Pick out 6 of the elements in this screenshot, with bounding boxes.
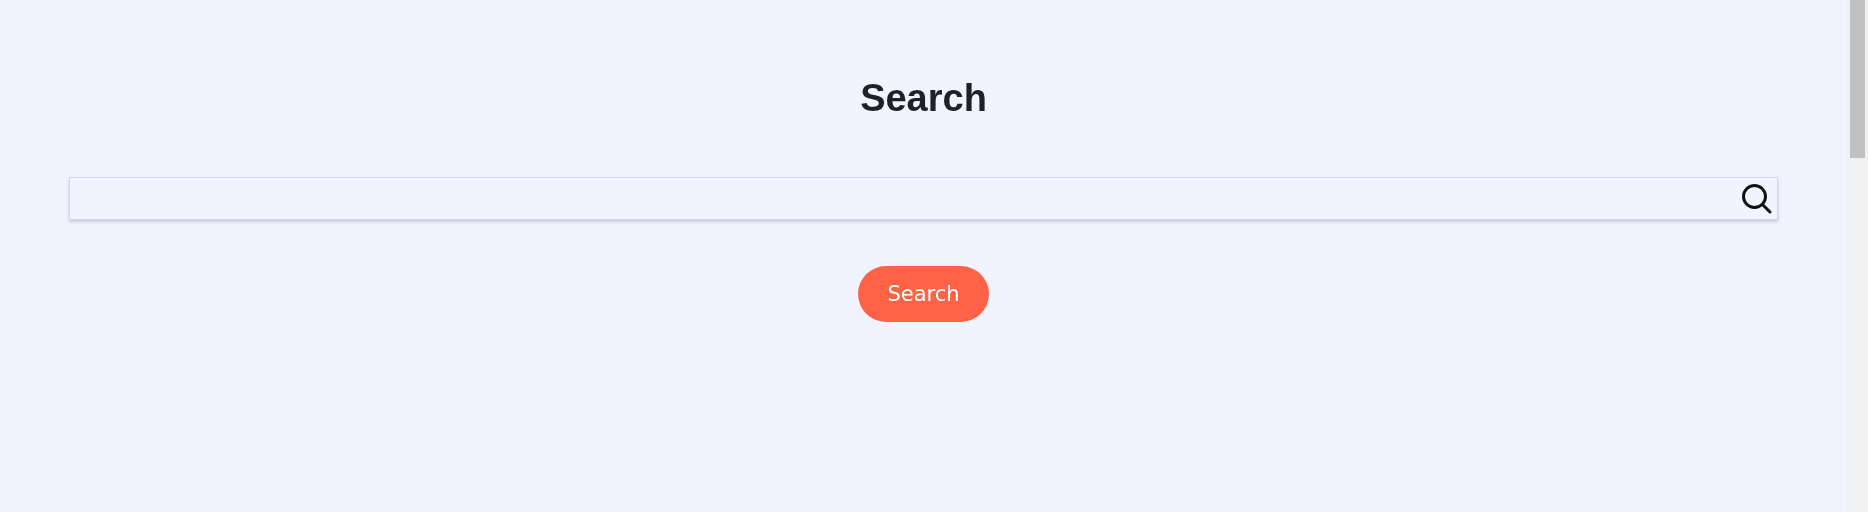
search-button[interactable]: Search: [858, 266, 989, 322]
search-field[interactable]: [68, 177, 1778, 220]
scrollbar-thumb[interactable]: [1850, 0, 1865, 158]
search-icon[interactable]: [1740, 182, 1773, 215]
scrollbar[interactable]: [1847, 0, 1868, 512]
page-title: Search: [860, 76, 987, 121]
